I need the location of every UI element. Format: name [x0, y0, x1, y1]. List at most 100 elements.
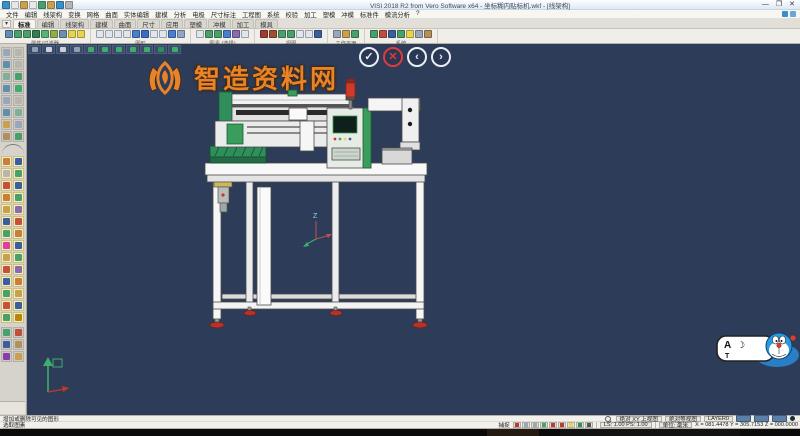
quick-access-icon[interactable]	[11, 1, 19, 9]
tool-icon[interactable]	[5, 30, 13, 38]
tool-icon[interactable]	[424, 30, 432, 38]
draw-tool-icon[interactable]	[1, 180, 12, 191]
scale-indicator[interactable]: LS: 1.00 PS: 1.00	[600, 422, 652, 428]
tool-icon[interactable]	[388, 30, 396, 38]
tool-icon[interactable]	[159, 30, 167, 38]
draw-tool-icon[interactable]	[13, 252, 24, 263]
menu-item[interactable]: 冲模	[338, 10, 357, 19]
tool-icon[interactable]	[13, 131, 24, 142]
tool-icon[interactable]	[13, 59, 24, 70]
tool-icon[interactable]	[1, 131, 12, 142]
menu-item[interactable]: 曲面	[102, 10, 121, 19]
draw-tool-icon[interactable]	[1, 264, 12, 275]
tool-icon[interactable]	[1, 47, 12, 58]
tool-icon[interactable]	[223, 30, 231, 38]
tool-icon[interactable]	[105, 30, 113, 38]
tool-icon[interactable]	[232, 30, 240, 38]
tool-icon[interactable]	[415, 30, 423, 38]
tool-icon[interactable]	[305, 30, 313, 38]
snap-toggle-button[interactable]	[549, 422, 557, 428]
ribbon-tab[interactable]: 尺寸	[137, 19, 160, 28]
tool-icon[interactable]	[114, 30, 122, 38]
tool-icon[interactable]	[296, 30, 304, 38]
snap-toggle-button[interactable]	[540, 422, 548, 428]
tool-icon[interactable]	[13, 71, 24, 82]
tool-icon[interactable]	[196, 30, 204, 38]
tool-icon[interactable]	[13, 327, 24, 338]
draw-tool-icon[interactable]	[13, 180, 24, 191]
tool-icon[interactable]	[278, 30, 286, 38]
close-button[interactable]: ✕	[789, 1, 795, 8]
quick-access-icon[interactable]	[65, 1, 73, 9]
draw-tool-icon[interactable]	[1, 192, 12, 203]
draw-tool-icon[interactable]	[13, 288, 24, 299]
ribbon-tab[interactable]: 塑模	[184, 19, 207, 28]
viewport-canvas[interactable]: ✓✕‹› 智造资料网	[27, 44, 800, 415]
snap-toggle-button[interactable]	[576, 422, 584, 428]
tool-icon[interactable]	[342, 30, 350, 38]
tool-icon[interactable]	[1, 71, 12, 82]
snap-toggle-button[interactable]	[522, 422, 530, 428]
tool-icon[interactable]	[132, 30, 140, 38]
tool-icon[interactable]	[269, 30, 277, 38]
tool-icon[interactable]	[177, 30, 185, 38]
draw-tool-icon[interactable]	[13, 312, 24, 323]
tool-icon[interactable]	[150, 30, 158, 38]
snap-toggle-button[interactable]	[513, 422, 521, 428]
menu-item[interactable]: 标准件	[357, 10, 382, 19]
snap-toggle-button[interactable]	[567, 422, 575, 428]
input-method-bar[interactable]: A ☽ T	[715, 330, 800, 368]
draw-tool-icon[interactable]	[13, 228, 24, 239]
tool-icon[interactable]	[1, 95, 12, 106]
arc-tool-icon[interactable]	[2, 144, 24, 154]
tool-icon[interactable]	[1, 339, 12, 350]
menu-right-icon[interactable]	[782, 11, 788, 17]
draw-tool-icon[interactable]	[1, 276, 12, 287]
draw-tool-icon[interactable]	[13, 240, 24, 251]
ribbon-tab[interactable]: 模具	[255, 19, 278, 28]
tool-icon[interactable]	[406, 30, 414, 38]
tool-icon[interactable]	[168, 30, 176, 38]
ribbon-tab[interactable]: 冲模	[208, 19, 231, 28]
tool-icon[interactable]	[379, 30, 387, 38]
tool-icon[interactable]	[23, 30, 31, 38]
menu-right-icon[interactable]	[790, 11, 796, 17]
tool-icon[interactable]	[241, 30, 249, 38]
menu-item[interactable]: 工程图	[239, 10, 264, 19]
units-indicator[interactable]: 单位: 毫米	[659, 422, 692, 428]
tool-icon[interactable]	[13, 351, 24, 362]
tool-icon[interactable]	[141, 30, 149, 38]
menu-item[interactable]: 塑模	[320, 10, 339, 19]
menu-item[interactable]: 线架构	[40, 10, 65, 19]
quick-access-icon[interactable]	[38, 1, 46, 9]
menu-item[interactable]: 变换	[65, 10, 84, 19]
tool-icon[interactable]	[205, 30, 213, 38]
snap-toggle-button[interactable]	[585, 422, 593, 428]
ribbon-tab[interactable]: 加工	[232, 19, 255, 28]
tool-icon[interactable]	[260, 30, 268, 38]
draw-tool-icon[interactable]	[13, 300, 24, 311]
draw-tool-icon[interactable]	[1, 204, 12, 215]
tool-icon[interactable]	[13, 47, 24, 58]
snap-toggle-button[interactable]	[558, 422, 566, 428]
tool-icon[interactable]	[41, 30, 49, 38]
draw-tool-icon[interactable]	[13, 156, 24, 167]
draw-tool-icon[interactable]	[1, 228, 12, 239]
menu-item[interactable]: 网格	[84, 10, 103, 19]
tool-icon[interactable]	[68, 30, 76, 38]
tool-icon[interactable]	[14, 30, 22, 38]
ribbon-tab[interactable]: 标准	[13, 19, 36, 28]
ribbon-tab[interactable]: 应用	[161, 19, 184, 28]
tool-icon[interactable]	[13, 339, 24, 350]
tool-icon[interactable]	[397, 30, 405, 38]
draw-tool-icon[interactable]	[1, 252, 12, 263]
draw-tool-icon[interactable]	[13, 192, 24, 203]
tool-icon[interactable]	[13, 83, 24, 94]
tool-icon[interactable]	[32, 30, 40, 38]
menu-item[interactable]: 建模	[152, 10, 171, 19]
ribbon-tab[interactable]: 线架构	[60, 19, 89, 28]
tool-icon[interactable]	[1, 119, 12, 130]
tool-icon[interactable]	[287, 30, 295, 38]
ribbon-tab[interactable]: 编辑	[37, 19, 60, 28]
tool-icon[interactable]	[13, 95, 24, 106]
